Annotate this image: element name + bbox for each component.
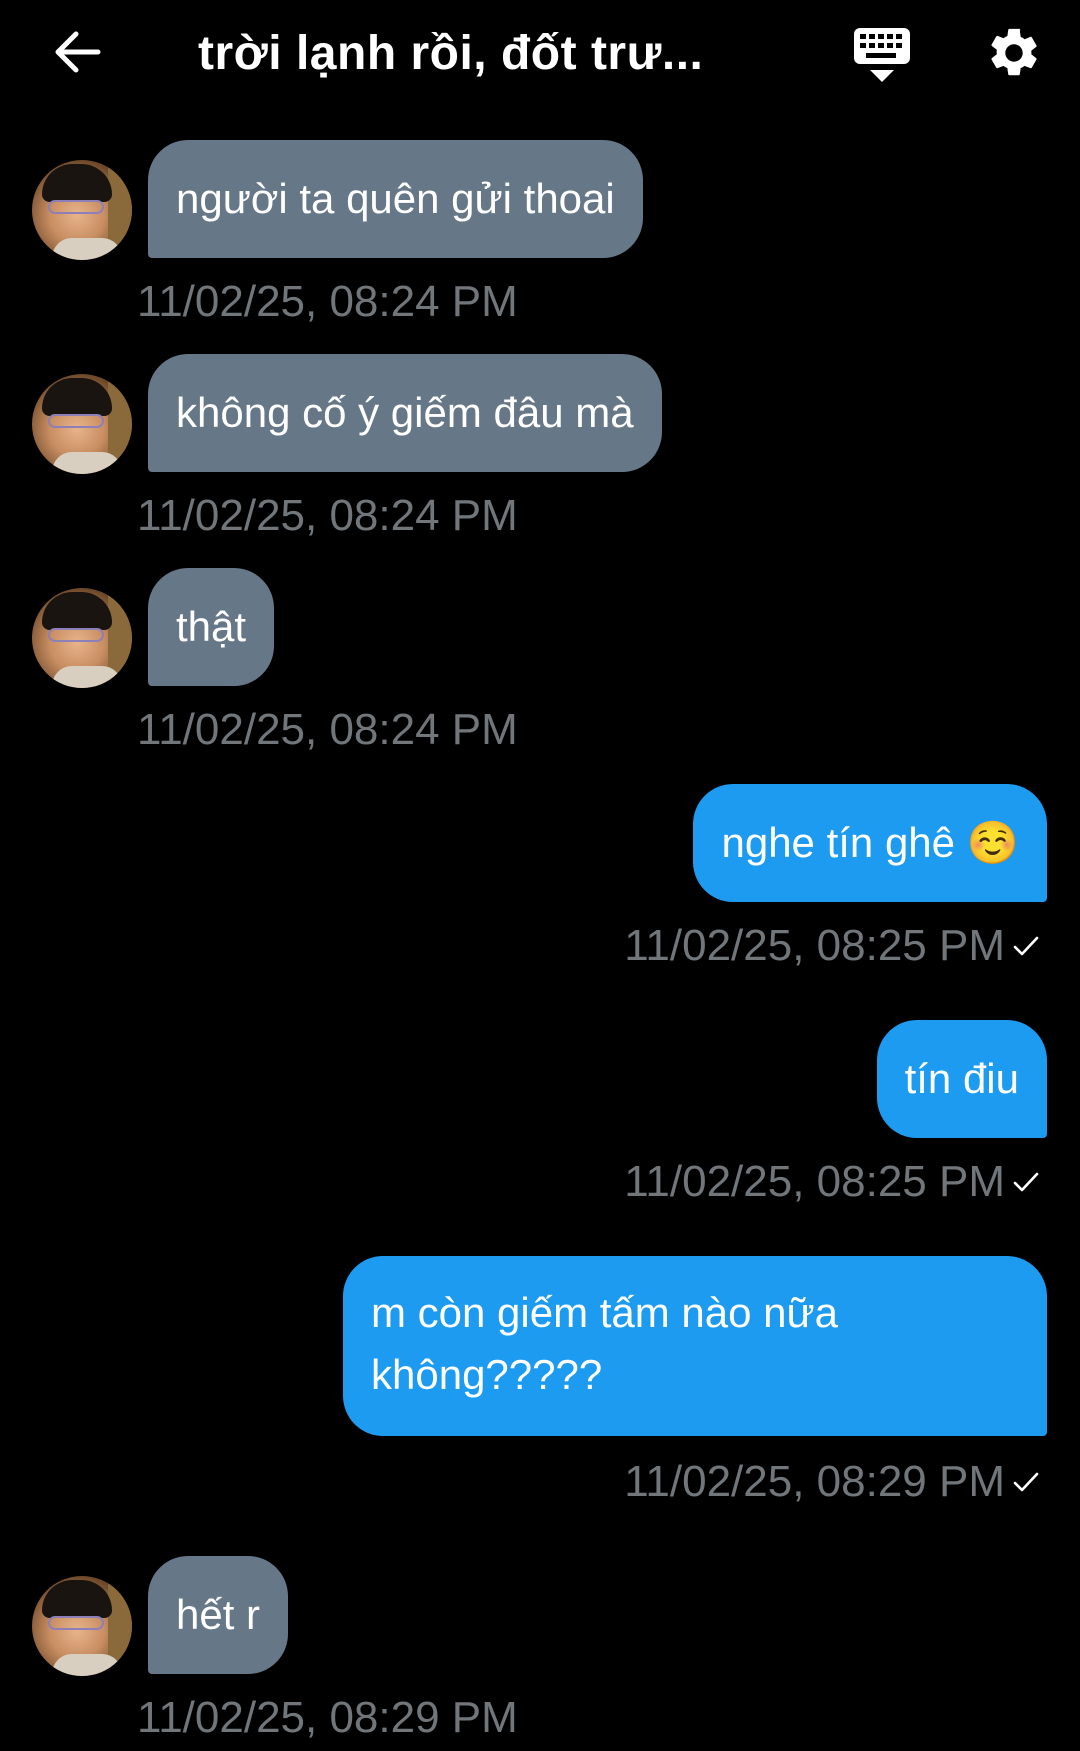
outgoing-message-bubble[interactable]: tín điu — [876, 1020, 1047, 1138]
keyboard-toggle-button[interactable] — [852, 24, 912, 86]
arrow-left-icon — [55, 31, 101, 73]
message-text: tín điu — [904, 1055, 1019, 1102]
contact-avatar[interactable] — [32, 374, 132, 474]
back-button[interactable] — [48, 22, 108, 82]
message-text: nghe tín ghê ☺️ — [721, 819, 1019, 866]
message-text: m còn giếm tấm nào nữa không????? — [371, 1289, 839, 1398]
contact-avatar[interactable] — [32, 588, 132, 688]
message-text: thật — [176, 603, 247, 650]
message-timestamp: 11/02/25, 08:29 PM — [137, 1693, 518, 1742]
message-timestamp: 11/02/25, 08:25 PM — [624, 921, 1005, 970]
contact-avatar[interactable] — [32, 160, 132, 260]
chat-header: trời lạnh rồi, đốt trư... — [0, 0, 1080, 110]
incoming-message-bubble[interactable]: thật — [148, 568, 275, 686]
conversation-title[interactable]: trời lạnh rồi, đốt trư... — [198, 22, 778, 86]
incoming-message-bubble[interactable]: người ta quên gửi thoai — [148, 140, 643, 258]
message-timestamp: 11/02/25, 08:24 PM — [137, 277, 518, 326]
outgoing-message-bubble[interactable]: nghe tín ghê ☺️ — [693, 784, 1047, 902]
message-text: người ta quên gửi thoai — [176, 175, 615, 222]
sent-check-icon — [1013, 1172, 1039, 1192]
message-text: hết r — [176, 1591, 261, 1638]
incoming-message-bubble[interactable]: hết r — [148, 1556, 289, 1674]
message-timestamp: 11/02/25, 08:24 PM — [137, 491, 518, 540]
message-timestamp: 11/02/25, 08:29 PM — [624, 1457, 1005, 1506]
outgoing-message-bubble[interactable]: m còn giếm tấm nào nữa không????? — [343, 1256, 1047, 1436]
sent-check-icon — [1013, 936, 1039, 956]
incoming-message-bubble[interactable]: không cố ý giếm đâu mà — [148, 354, 662, 472]
message-timestamp: 11/02/25, 08:24 PM — [137, 705, 518, 754]
message-timestamp: 11/02/25, 08:25 PM — [624, 1157, 1005, 1206]
keyboard-icon — [854, 28, 910, 82]
sent-check-icon — [1013, 1472, 1039, 1492]
settings-button[interactable] — [985, 24, 1043, 82]
message-text: không cố ý giếm đâu mà — [176, 389, 634, 436]
contact-avatar[interactable] — [32, 1576, 132, 1676]
gear-icon — [991, 28, 1037, 76]
